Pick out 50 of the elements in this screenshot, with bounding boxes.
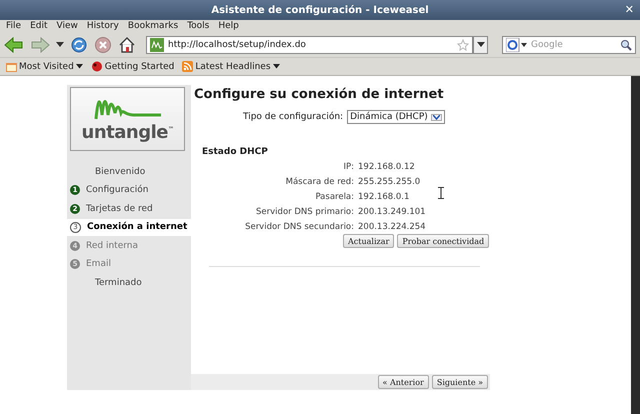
- star-icon[interactable]: [457, 38, 469, 50]
- section-title: Estado DHCP: [202, 147, 269, 157]
- step-item[interactable]: Terminado: [67, 274, 191, 292]
- dropdown-button[interactable]: [473, 36, 488, 54]
- search-engine-icon[interactable]: [506, 38, 528, 52]
- text-cursor-icon: [438, 187, 444, 199]
- address-field[interactable]: http://localhost/setup/index.do: [146, 36, 473, 54]
- menu-item[interactable]: Tools: [187, 21, 210, 31]
- field-label: IP:: [342, 162, 354, 172]
- nav-button[interactable]: Siguiente »: [432, 375, 488, 389]
- bookmark-item[interactable]: Most Visited: [6, 61, 83, 72]
- bookmark-item[interactable]: Getting Started: [90, 61, 174, 72]
- field-value: 200.13.224.254: [358, 222, 426, 232]
- site-icon: [150, 38, 164, 52]
- close-button[interactable]: ✕: [624, 3, 634, 16]
- field-value: 200.13.249.101: [358, 207, 426, 217]
- window-title: Asistente de configuración - Iceweasel: [211, 4, 429, 16]
- menu-item[interactable]: Help: [218, 21, 239, 31]
- menu-item[interactable]: View: [56, 21, 78, 31]
- field-value: 255.255.255.0: [358, 177, 420, 187]
- menu-item[interactable]: History: [86, 21, 119, 31]
- menu-item[interactable]: Bookmarks: [128, 21, 178, 31]
- menu-item[interactable]: Edit: [30, 21, 48, 31]
- page-heading: Configure su conexión de internet: [194, 87, 445, 102]
- back-icon[interactable]: [4, 36, 24, 54]
- caret-icon[interactable]: [56, 42, 64, 48]
- feed-icon: [182, 61, 194, 72]
- home-icon[interactable]: [118, 36, 136, 54]
- field-value: 192.168.0.12: [358, 162, 415, 172]
- nav-button[interactable]: « Anterior: [378, 375, 429, 389]
- caret-icon: [476, 42, 484, 48]
- field-label: Pasarela:: [314, 192, 354, 202]
- folder-icon: [6, 61, 17, 72]
- action-button[interactable]: Probar conectividad: [397, 234, 490, 248]
- step-item[interactable]: Bienvenido: [67, 163, 191, 180]
- logo-text: untangle$^{™}$: [82, 122, 174, 143]
- action-button[interactable]: Actualizar: [343, 234, 394, 248]
- stop-icon[interactable]: [94, 36, 112, 54]
- field-label: Tipo de configuración:: [243, 112, 344, 122]
- field-label: Servidor DNS secundario:: [244, 222, 354, 232]
- field-value: 192.168.0.1: [358, 192, 410, 202]
- search-icon[interactable]: [620, 38, 632, 50]
- bookmark-item[interactable]: Latest Headlines: [182, 61, 280, 72]
- reload-icon[interactable]: [70, 36, 88, 54]
- field-label: Servidor DNS primario:: [255, 207, 354, 217]
- field-label: Máscara de red:: [284, 177, 354, 187]
- page-icon: [90, 61, 103, 72]
- menu-item[interactable]: File: [6, 21, 22, 31]
- select-field[interactable]: Dinámica (DHCP): [347, 110, 445, 124]
- caret-icon: [432, 114, 440, 120]
